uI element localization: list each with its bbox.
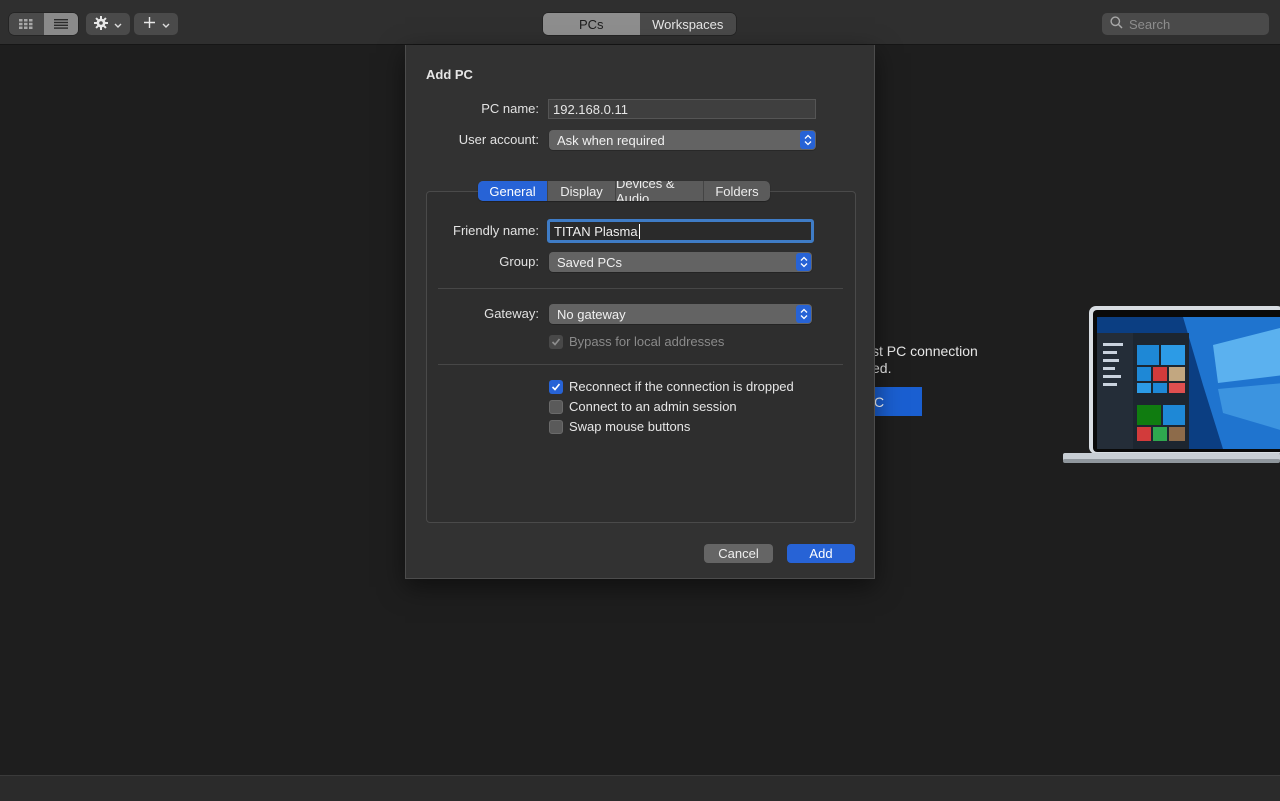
empty-state-line-2: ed. <box>872 360 892 376</box>
pcs-workspaces-segmented-control: PCs Workspaces <box>543 13 736 35</box>
user-account-label: User account: <box>458 132 539 147</box>
workspaces-tab[interactable]: Workspaces <box>640 13 737 35</box>
gateway-label: Gateway: <box>484 306 539 321</box>
view-mode-segmented-control <box>9 13 78 35</box>
empty-state-line-1: st PC connection <box>872 343 978 359</box>
laptop-illustration <box>1063 305 1280 465</box>
user-account-value: Ask when required <box>557 132 665 148</box>
tab-devices-audio[interactable]: Devices & Audio <box>616 181 704 201</box>
settings-menu-button[interactable] <box>86 13 130 35</box>
settings-tabs: General Display Devices & Audio Folders <box>478 181 770 201</box>
empty-state-message: st PC connection ed. <box>872 343 978 377</box>
swap-mouse-label: Swap mouse buttons <box>569 419 691 434</box>
empty-state-add-pc-button[interactable]: C <box>872 387 922 416</box>
status-bar <box>0 775 1280 801</box>
add-pc-dialog: Add PC PC name: 192.168.0.11 User accoun… <box>405 45 875 579</box>
reconnect-checkbox[interactable]: Reconnect if the connection is dropped <box>549 379 794 394</box>
swap-mouse-checkbox[interactable]: Swap mouse buttons <box>549 419 690 434</box>
user-account-popup[interactable]: Ask when required <box>549 130 816 150</box>
toolbar: PCs Workspaces <box>0 0 1280 45</box>
chevron-down-icon <box>114 17 122 32</box>
tab-folders[interactable]: Folders <box>704 181 770 201</box>
list-icon <box>53 17 68 32</box>
chevron-down-icon <box>162 17 170 32</box>
group-label: Group: <box>499 254 539 269</box>
pc-name-label: PC name: <box>481 101 539 116</box>
gateway-popup[interactable]: No gateway <box>549 304 812 324</box>
tab-general[interactable]: General <box>478 181 548 201</box>
list-view-button[interactable] <box>43 13 78 35</box>
up-down-arrows-icon <box>796 305 811 323</box>
checkmark-icon <box>549 334 563 349</box>
add-button[interactable]: Add <box>787 544 855 563</box>
search-field[interactable] <box>1102 13 1269 35</box>
checkbox-empty-icon <box>549 399 563 414</box>
checkmark-icon <box>549 379 563 394</box>
tab-display[interactable]: Display <box>548 181 616 201</box>
search-input[interactable] <box>1129 16 1259 32</box>
friendly-name-value: TITAN Plasma <box>554 223 638 239</box>
text-cursor <box>638 223 640 239</box>
up-down-arrows-icon <box>800 131 815 149</box>
friendly-name-field[interactable]: TITAN Plasma <box>547 219 814 243</box>
grid-icon <box>19 17 33 32</box>
cancel-button[interactable]: Cancel <box>704 544 773 563</box>
admin-session-checkbox[interactable]: Connect to an admin session <box>549 399 737 414</box>
admin-session-label: Connect to an admin session <box>569 399 737 414</box>
group-value: Saved PCs <box>557 254 623 270</box>
grid-view-button[interactable] <box>9 13 44 35</box>
checkbox-empty-icon <box>549 419 563 434</box>
pcs-tab[interactable]: PCs <box>543 13 640 35</box>
bypass-local-checkbox[interactable]: Bypass for local addresses <box>549 334 724 349</box>
dialog-title: Add PC <box>426 67 473 82</box>
plus-icon <box>143 16 156 32</box>
friendly-name-label: Friendly name: <box>453 223 539 238</box>
gateway-value: No gateway <box>557 306 626 322</box>
bypass-local-label: Bypass for local addresses <box>569 334 725 349</box>
pc-name-field[interactable]: 192.168.0.11 <box>548 99 816 119</box>
separator <box>438 364 843 365</box>
reconnect-label: Reconnect if the connection is dropped <box>569 379 794 394</box>
gear-icon <box>94 15 108 33</box>
separator <box>438 288 843 289</box>
group-popup[interactable]: Saved PCs <box>549 252 812 272</box>
search-icon <box>1110 16 1123 32</box>
add-menu-button[interactable] <box>134 13 178 35</box>
up-down-arrows-icon <box>796 253 811 271</box>
